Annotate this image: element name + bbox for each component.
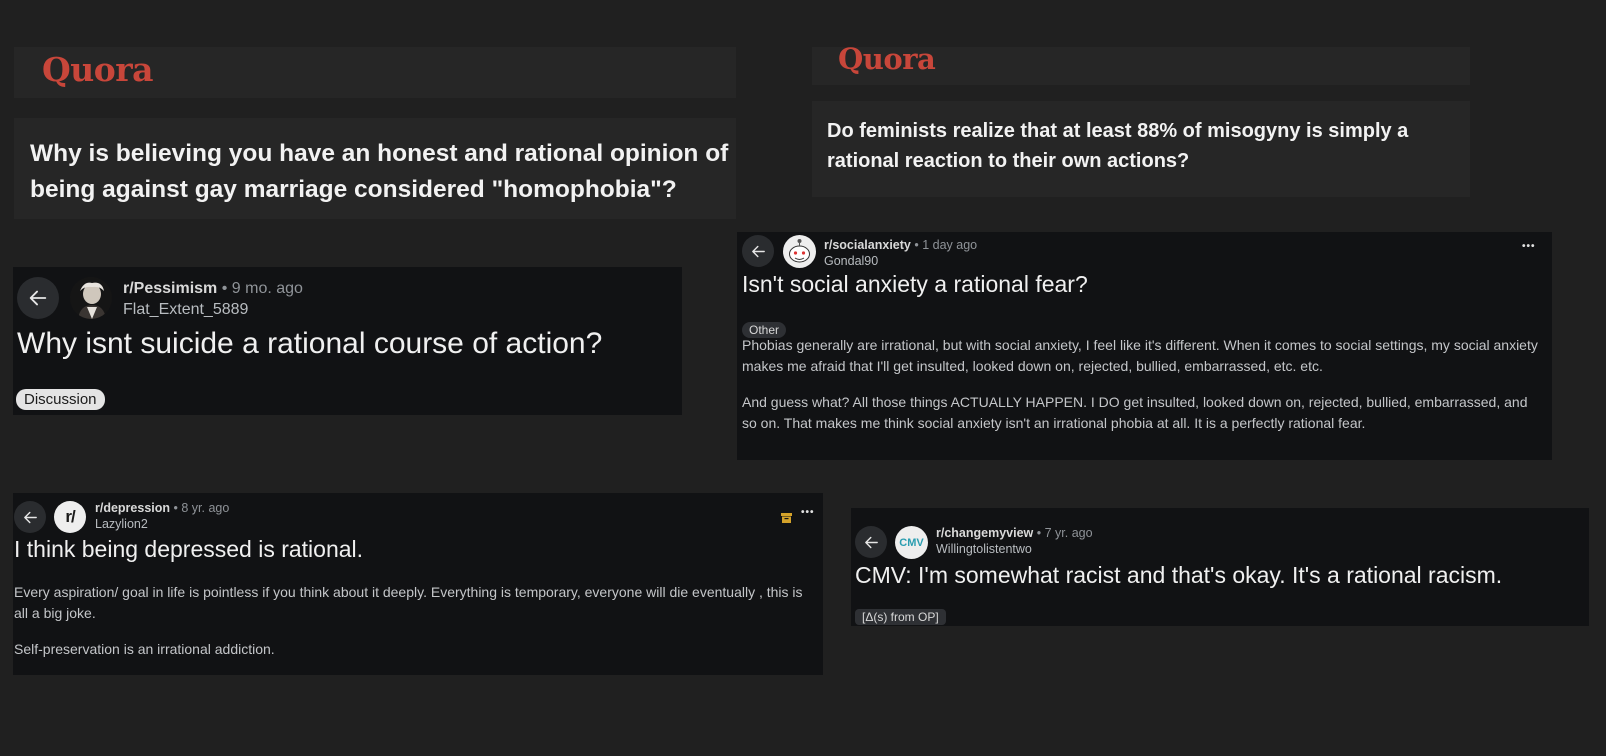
post-time: • 8 yr. ago [173, 501, 230, 515]
post-meta: r/depression • 8 yr. ago [95, 501, 229, 515]
quora-header-2: Quora [812, 42, 1470, 85]
avatar-text: CMV [899, 536, 924, 549]
avatar-text: r/ [65, 507, 75, 526]
quora-logo[interactable]: Quora [838, 42, 936, 76]
subreddit-name[interactable]: r/Pessimism [123, 280, 217, 297]
subreddit-name[interactable]: r/socialanxiety [824, 238, 911, 252]
more-options-button[interactable]: ••• [1522, 241, 1536, 252]
arrow-left-icon [23, 511, 37, 523]
quora-question-1[interactable]: Why is believing you have an honest and … [14, 118, 736, 219]
post-title: Isn't social anxiety a rational fear? [742, 271, 1088, 297]
question-text: Do feminists realize that at least 88% o… [827, 120, 1409, 172]
post-flair[interactable]: [Δ(s) from OP] [855, 609, 946, 625]
post-meta: r/socialanxiety • 1 day ago [824, 238, 977, 252]
post-title: CMV: I'm somewhat racist and that's okay… [855, 562, 1503, 588]
reddit-post-socialanxiety: r/socialanxiety • 1 day ago Gondal90 •••… [737, 232, 1552, 460]
post-author[interactable]: Flat_Extent_5889 [123, 301, 248, 319]
reddit-post-depression: r/ r/depression • 8 yr. ago Lazylion2 ••… [13, 493, 823, 675]
reddit-post-changemyview: CMV r/changemyview • 7 yr. ago Willingto… [851, 508, 1589, 626]
subreddit-avatar[interactable]: r/ [54, 501, 86, 533]
post-author[interactable]: Willingtolistentwo [936, 542, 1032, 556]
quora-logo[interactable]: Quora [42, 50, 154, 89]
back-button[interactable] [742, 235, 774, 267]
subreddit-avatar[interactable]: CMV [895, 526, 928, 559]
back-button[interactable] [17, 277, 59, 319]
post-author[interactable]: Gondal90 [824, 254, 878, 268]
divider [812, 187, 1470, 197]
post-body-paragraph: And guess what? All those things ACTUALL… [742, 394, 1528, 431]
post-body-paragraph: Phobias generally are irrational, but wi… [742, 337, 1538, 374]
subreddit-name[interactable]: r/depression [95, 501, 170, 515]
post-flair[interactable]: Discussion [16, 389, 105, 410]
post-time: • 1 day ago [914, 238, 978, 252]
reddit-post-pessimism: r/Pessimism • 9 mo. ago Flat_Extent_5889… [13, 267, 682, 415]
subreddit-name[interactable]: r/changemyview [936, 526, 1033, 540]
subreddit-avatar[interactable] [70, 277, 112, 319]
post-title: Why isnt suicide a rational course of ac… [17, 327, 603, 360]
question-text: Why is believing you have an honest and … [30, 140, 729, 203]
portrait-image [70, 277, 112, 319]
arrow-left-icon [29, 290, 47, 306]
post-meta: r/Pessimism • 9 mo. ago [123, 280, 303, 298]
arrow-left-icon [751, 245, 765, 257]
quora-header-1: Quora [14, 47, 736, 98]
post-title: I think being depressed is rational. [14, 536, 364, 562]
post-meta: r/changemyview • 7 yr. ago [936, 526, 1093, 540]
quora-question-2[interactable]: Do feminists realize that at least 88% o… [812, 101, 1470, 187]
archive-icon [781, 510, 792, 523]
post-author[interactable]: Lazylion2 [95, 517, 148, 531]
back-button[interactable] [855, 526, 887, 558]
arrow-left-icon [864, 536, 878, 548]
subreddit-avatar[interactable] [783, 235, 816, 268]
back-button[interactable] [14, 501, 46, 533]
post-body-paragraph: Self-preservation is an irrational addic… [14, 641, 275, 657]
more-options-button[interactable]: ••• [801, 507, 815, 518]
post-time: • 7 yr. ago [1036, 526, 1093, 540]
snoo-mascot-icon [789, 239, 810, 263]
post-time: • 9 mo. ago [221, 280, 303, 297]
post-body-paragraph: Every aspiration/ goal in life is pointl… [14, 584, 803, 621]
